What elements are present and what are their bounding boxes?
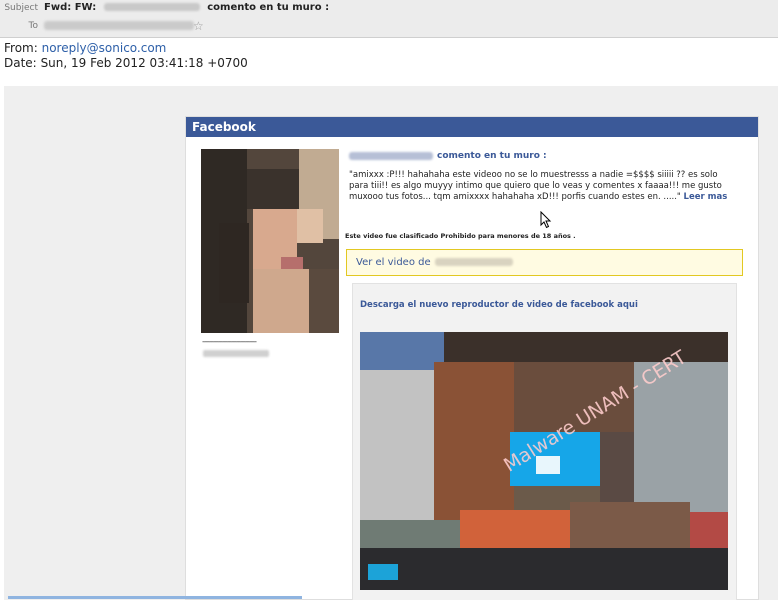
view-video-link[interactable]: Ver el video de [346, 249, 743, 276]
thumb-block [570, 502, 690, 550]
message-body: Facebook ------------------------ coment… [4, 86, 778, 600]
thumb-block [460, 510, 570, 550]
wall-post-message: "amixxx :P!!! hahahaha este videoo no se… [349, 170, 729, 203]
subject-redacted-name [103, 3, 200, 11]
photo-block [309, 269, 339, 333]
load-progress-bar [8, 596, 302, 599]
date-label: Date: [4, 56, 37, 70]
headline-redacted-name [349, 151, 433, 160]
facebook-header-bar: Facebook [186, 117, 758, 137]
mouse-pointer-icon [540, 211, 552, 229]
profile-photo[interactable] [201, 149, 339, 333]
from-line: From: noreply@sonico.com [4, 41, 166, 55]
video-link-redacted-name [434, 258, 513, 266]
subject-suffix: comento en tu muro : [207, 2, 330, 13]
thumb-block [360, 548, 728, 590]
thumb-block [360, 520, 460, 548]
subject-prefix: Fwd: FW: [44, 2, 97, 13]
date-line: Date: Sun, 19 Feb 2012 03:41:18 +0700 [4, 56, 248, 70]
photo-block [219, 223, 249, 303]
facebook-email-frame: Facebook ------------------------ coment… [185, 116, 759, 600]
video-thumbnail[interactable]: Malware UNAM - CERT [360, 332, 728, 590]
subject-label: Subject [4, 3, 38, 13]
mouse-pointer-shape [540, 211, 552, 229]
thumb-block [690, 512, 728, 550]
headline-text: comento en tu muro : [437, 151, 547, 161]
download-player-panel: Descarga el nuevo reproductor de video d… [352, 283, 737, 600]
from-label: From: [4, 41, 38, 55]
wall-post-headline: comento en tu muro : [349, 151, 547, 161]
thumb-block [360, 370, 434, 520]
message-header: Subject Fwd: FW: comento en tu muro : To… [0, 0, 778, 38]
star-outline-icon[interactable]: ☆ [193, 18, 204, 34]
photo-block [297, 209, 323, 243]
to-label: To [28, 21, 38, 31]
from-email-link[interactable]: noreply@sonico.com [42, 41, 167, 55]
thumb-block [600, 432, 634, 502]
photo-redacted-name [203, 350, 269, 357]
thumb-block [360, 332, 444, 370]
subject-value: Fwd: FW: comento en tu muro : [44, 0, 329, 16]
photo-block [253, 269, 309, 333]
photo-divider: ------------------------ [202, 337, 257, 347]
download-player-link[interactable]: Descarga el nuevo reproductor de video d… [360, 300, 638, 310]
photo-block [247, 169, 299, 209]
read-more-link[interactable]: Leer mas [684, 192, 728, 202]
date-value: Sun, 19 Feb 2012 03:41:18 +0700 [40, 56, 248, 70]
to-redacted-address[interactable] [44, 21, 194, 30]
message-text: "amixxx :P!!! hahahaha este videoo no se… [349, 170, 722, 202]
thumb-block [368, 564, 398, 580]
age-rating-note: Este video fue clasificado Prohibido par… [345, 232, 576, 240]
view-video-text: Ver el video de [356, 257, 431, 268]
thumb-block [434, 362, 514, 522]
